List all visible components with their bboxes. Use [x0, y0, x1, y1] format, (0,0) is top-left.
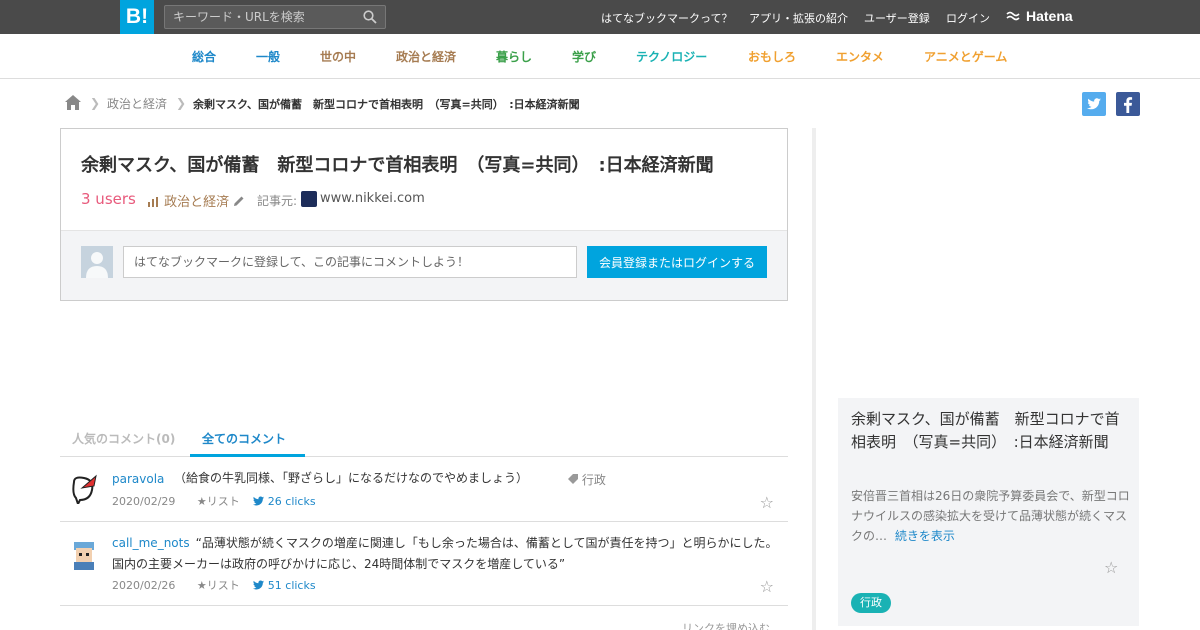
category-seiji-keizai[interactable]: 政治と経済 [396, 48, 456, 65]
hatena-brand[interactable]: Hatena [1006, 8, 1073, 24]
comment-clicks-label: 51 clicks [267, 579, 316, 592]
category-sogo[interactable]: 総合 [192, 48, 216, 65]
login-link[interactable]: ログイン [946, 10, 990, 26]
comment-clicks-label: 26 clicks [267, 495, 316, 508]
comment-list-link[interactable]: ★リスト [197, 495, 240, 508]
tab-all-comments[interactable]: 全てのコメント [202, 430, 286, 447]
bookmark-users-count[interactable]: 3 users [81, 190, 136, 208]
category-anime-game[interactable]: アニメとゲーム [924, 48, 1007, 65]
comment-form: 会員登録またはログインする [61, 230, 787, 300]
category-kurashi[interactable]: 暮らし [496, 48, 532, 65]
twitter-icon [1087, 98, 1101, 110]
comment-clicks[interactable]: 51 clicks [253, 579, 316, 592]
breadcrumb-chevron-icon: ❯ [90, 96, 101, 110]
comment-clicks[interactable]: 26 clicks [253, 495, 316, 508]
category-yononaka[interactable]: 世の中 [320, 48, 356, 65]
category-manabi[interactable]: 学び [572, 48, 596, 65]
breadcrumb-current: 余剰マスク、国が備蓄 新型コロナで首相表明 （写真=共同） :日本経済新聞 [193, 98, 580, 111]
register-login-button[interactable]: 会員登録またはログインする [587, 246, 767, 278]
user-avatar-paravola[interactable] [68, 472, 100, 504]
category-ippan[interactable]: 一般 [256, 48, 280, 65]
facebook-share-button[interactable] [1116, 92, 1140, 116]
search-box [164, 5, 386, 29]
breadcrumb-chevron-icon: ❯ [176, 96, 187, 110]
nikkei-favicon-icon [301, 191, 317, 207]
comment-date[interactable]: 2020/02/26 [112, 579, 175, 592]
chart-icon [148, 197, 158, 207]
column-divider [812, 128, 816, 630]
comment-date[interactable]: 2020/02/29 [112, 495, 175, 508]
comment-tag-label: 行政 [581, 473, 606, 487]
card-description: 安倍晋三首相は26日の衆院予算委員会で、新型コロナウイルスの感染拡大を受けて品薄… [851, 486, 1131, 546]
top-bar: B! はてなブックマークって？ アプリ・拡張の紹介 ユーザー登録 ログイン Ha… [0, 0, 1200, 34]
add-star-button[interactable]: ☆ [760, 577, 774, 596]
category-entame[interactable]: エンタメ [836, 48, 884, 65]
entry-box: 余剰マスク、国が備蓄 新型コロナで首相表明 （写真=共同） :日本経済新聞 3 … [60, 128, 788, 301]
comment-list-label: リスト [206, 495, 240, 508]
twitter-share-button[interactable] [1082, 92, 1106, 116]
comment-body: call_me_nots “品薄状態が続くマスクの増産に関連し「もし余った場合は、… [112, 533, 782, 575]
card-description-text: 安倍晋三首相は26日の衆院予算委員会で、新型コロナウイルスの感染拡大を受けて品薄… [851, 489, 1130, 543]
comment-meta: 2020/02/29 ★リスト 26 clicks [112, 493, 316, 509]
pencil-icon[interactable] [233, 195, 245, 207]
entry-category[interactable]: 政治と経済 [147, 191, 245, 210]
hatena-brand-label: Hatena [1026, 8, 1073, 24]
entry-summary-card: 余剰マスク、国が備蓄 新型コロナで首相表明 （写真=共同） :日本経済新聞 安倍… [838, 398, 1139, 626]
comment-username[interactable]: paravola [112, 472, 164, 486]
tab-popular-comments[interactable]: 人気のコメント(0) [72, 430, 175, 447]
breadcrumb-category[interactable]: 政治と経済 [107, 95, 167, 112]
comment-list-label: リスト [206, 579, 240, 592]
apps-link[interactable]: アプリ・拡張の紹介 [749, 10, 848, 26]
category-technology[interactable]: テクノロジー [636, 48, 707, 65]
card-title[interactable]: 余剰マスク、国が備蓄 新型コロナで首相表明 （写真=共同） :日本経済新聞 [851, 408, 1131, 454]
twitter-icon [253, 580, 265, 590]
comment-row: paravola （給食の牛乳同様、「野ざらし」になるだけなのでやめましょう） … [60, 457, 788, 522]
hatena-bookmark-logo[interactable]: B! [120, 0, 154, 34]
default-avatar-icon [81, 246, 113, 278]
show-more-link[interactable]: 続きを表示 [895, 529, 955, 543]
comment-list-link[interactable]: ★リスト [197, 579, 240, 592]
entry-title[interactable]: 余剰マスク、国が備蓄 新型コロナで首相表明 （写真=共同） :日本経済新聞 [81, 151, 714, 177]
tag-icon [568, 474, 578, 484]
twitter-icon [253, 496, 265, 506]
comment-meta: 2020/02/26 ★リスト 51 clicks [112, 577, 316, 593]
add-star-button[interactable]: ☆ [760, 493, 774, 512]
add-star-button[interactable]: ☆ [1104, 558, 1118, 577]
register-link[interactable]: ユーザー登録 [864, 10, 930, 26]
comment-row: call_me_nots “品薄状態が続くマスクの増産に関連し「もし余った場合は、… [60, 522, 788, 606]
search-icon[interactable] [363, 10, 377, 24]
comment-text: “品薄状態が続くマスクの増産に関連し「もし余った場合は、備蓄として国が責任を持つ… [112, 536, 778, 571]
home-icon[interactable] [64, 94, 82, 111]
embed-link[interactable]: リンクを埋め込む [682, 620, 770, 630]
user-avatar-call-me-nots[interactable] [68, 538, 100, 570]
search-input[interactable] [165, 6, 355, 28]
comment-tag[interactable]: 行政 [568, 471, 606, 488]
entry-category-label: 政治と経済 [164, 195, 230, 210]
source-domain-link[interactable]: www.nikkei.com [320, 191, 425, 206]
source-label: 記事元: [257, 194, 298, 208]
facebook-icon [1124, 97, 1133, 113]
comment-input[interactable] [123, 246, 577, 278]
category-omoshiro[interactable]: おもしろ [748, 48, 796, 65]
category-bar: 総合 一般 世の中 政治と経済 暮らし 学び テクノロジー おもしろ エンタメ … [0, 34, 1200, 79]
card-tag[interactable]: 行政 [851, 593, 891, 613]
about-link[interactable]: はてなブックマークって？ [601, 10, 732, 26]
hatena-wave-icon [1006, 11, 1020, 21]
comment-username[interactable]: call_me_nots [112, 536, 190, 550]
